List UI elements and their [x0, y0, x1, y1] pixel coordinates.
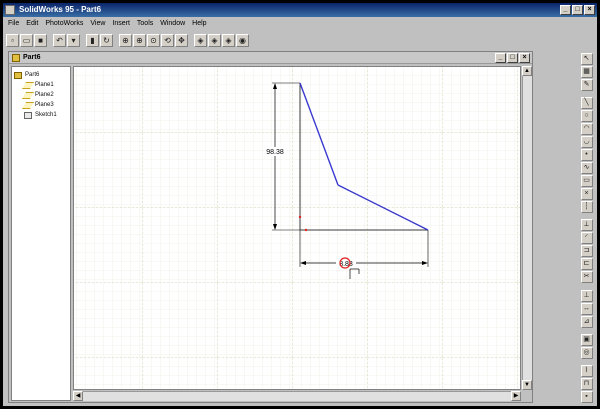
rotate-view-icon[interactable]: ⟲ — [161, 33, 174, 47]
sketch-toolbar: ↖ ▦ ✎ ╲ ○ ◠ ◡ • ∿ ▭ × ┆ ⟂ ◜ ⊐ ⊏ ✂ ⊥ ↔ ⊿ ▣ ◎ ⌇ ⊓ ▪ — [578, 51, 595, 404]
part-icon — [12, 54, 20, 62]
convert-icon[interactable]: ⊏ — [580, 258, 593, 271]
zoom-fit-icon[interactable]: ⊕ — [119, 33, 132, 47]
revolve-icon[interactable]: ◎ — [580, 346, 593, 359]
document-title: Part6 — [23, 54, 41, 61]
minimize-button[interactable]: _ — [560, 5, 571, 15]
scroll-up-icon[interactable]: ▲ — [522, 66, 532, 76]
pan-icon[interactable]: ✥ — [175, 33, 188, 47]
tree-item-sketch1[interactable]: Sketch1 — [14, 110, 68, 120]
mirror-icon[interactable]: ⟂ — [580, 219, 593, 232]
part-icon — [14, 71, 22, 79]
feature-tree: Part6 Plane1 Plane2 Plane3 Sketch1 — [11, 66, 71, 401]
vertical-dimension-value[interactable]: 98.38 — [266, 149, 284, 156]
document-title-bar: Part6 _ □ × — [9, 52, 532, 64]
undo-icon[interactable]: ↶ — [53, 33, 66, 47]
hidden-lines-icon[interactable]: ◈ — [208, 33, 221, 47]
zoom-area-icon[interactable]: ⊙ — [147, 33, 160, 47]
point-icon[interactable]: • — [580, 149, 593, 162]
fillet-icon[interactable]: ◜ — [580, 232, 593, 245]
trim-icon[interactable]: ✂ — [580, 271, 593, 284]
sketch-icon[interactable]: ✎ — [580, 79, 593, 91]
standard-toolbar: ▫ ▭ ■ ↶ ▾ ▮ ↻ ⊕ ⊕ ⊙ ⟲ ✥ ◈ ◈ ◈ ◉ — [3, 31, 597, 49]
rotate-part-icon[interactable]: ↻ — [100, 33, 113, 47]
doc-maximize-button[interactable]: □ — [507, 53, 518, 63]
doc-close-button[interactable]: × — [519, 53, 530, 63]
tree-item-label: Plane2 — [35, 92, 54, 98]
document-window-controls: _ □ × — [495, 53, 530, 63]
spline-icon[interactable]: ∿ — [580, 162, 593, 175]
grid-icon[interactable]: ▦ — [580, 66, 593, 78]
tree-item-part6[interactable]: Part6 — [14, 70, 68, 80]
menu-edit[interactable]: Edit — [26, 18, 38, 30]
tree-item-plane2[interactable]: Plane2 — [14, 90, 68, 100]
menu-help[interactable]: Help — [192, 18, 206, 30]
select-icon[interactable]: ↖ — [580, 53, 593, 65]
line-icon[interactable]: ╲ — [580, 97, 593, 110]
hidden-removed-icon[interactable]: ◈ — [222, 33, 235, 47]
scroll-left-icon[interactable]: ◀ — [73, 391, 83, 401]
rectangle-icon[interactable]: ▭ — [580, 175, 593, 188]
tree-item-label: Plane1 — [35, 82, 54, 88]
point-icon-2[interactable]: × — [580, 188, 593, 201]
loft-icon[interactable]: ⊓ — [580, 378, 593, 391]
origin-point[interactable] — [298, 215, 302, 219]
shaded-icon[interactable]: ◉ — [236, 33, 249, 47]
new-icon[interactable]: ▫ — [6, 33, 19, 47]
doc-minimize-button[interactable]: _ — [495, 53, 506, 63]
extrude-icon[interactable]: ▣ — [580, 333, 593, 346]
tree-item-label: Sketch1 — [35, 112, 57, 118]
plane-icon — [21, 101, 35, 109]
document-window: Part6 _ □ × Part6 Plane1 Plane2 Plane3 Sketc… — [8, 51, 533, 403]
tree-item-plane3[interactable]: Plane3 — [14, 100, 68, 110]
offset-icon[interactable]: ⊐ — [580, 245, 593, 258]
constraint-icon[interactable]: ⊿ — [580, 315, 593, 328]
circle-icon[interactable]: ○ — [580, 110, 593, 123]
horizontal-scrollbar[interactable]: ◀ ▶ — [73, 391, 521, 401]
vertical-scrollbar[interactable]: ▲ ▼ — [522, 66, 532, 390]
origin-point-2[interactable] — [304, 228, 308, 232]
sketch-grid — [74, 67, 520, 389]
title-bar: SolidWorks 95 - Part6 _ □ × — [3, 3, 597, 17]
tree-item-label: Part6 — [25, 72, 40, 78]
open-icon[interactable]: ▭ — [20, 33, 33, 47]
cut-icon[interactable]: ▪ — [580, 391, 593, 404]
relations-icon[interactable]: ⊥ — [580, 289, 593, 302]
scroll-right-icon[interactable]: ▶ — [511, 391, 521, 401]
wireframe-icon[interactable]: ◈ — [194, 33, 207, 47]
plane-icon — [21, 91, 35, 99]
tangent-arc-icon[interactable]: ◡ — [580, 136, 593, 149]
app-icon[interactable] — [5, 5, 15, 15]
rebuild-icon[interactable]: ▮ — [86, 33, 99, 47]
menu-file[interactable]: File — [8, 18, 19, 30]
arc-icon[interactable]: ◠ — [580, 123, 593, 136]
undo-dropdown-icon[interactable]: ▾ — [67, 33, 80, 47]
centerline-icon[interactable]: ┆ — [580, 201, 593, 214]
application-window: SolidWorks 95 - Part6 _ □ × File Edit Ph… — [3, 3, 597, 406]
menu-photoworks[interactable]: PhotoWorks — [45, 18, 83, 30]
dimension-icon[interactable]: ↔ — [580, 302, 593, 315]
sweep-icon[interactable]: ⌇ — [580, 365, 593, 378]
save-icon[interactable]: ■ — [34, 33, 47, 47]
plane-icon — [21, 81, 35, 89]
close-button[interactable]: × — [584, 5, 595, 15]
window-controls: _ □ × — [560, 5, 595, 15]
zoom-in-icon[interactable]: ⊕ — [133, 33, 146, 47]
maximize-button[interactable]: □ — [572, 5, 583, 15]
menu-view[interactable]: View — [90, 18, 105, 30]
tree-item-plane1[interactable]: Plane1 — [14, 80, 68, 90]
sketch-canvas[interactable]: 98.38 8.88 — [74, 67, 521, 390]
tree-item-label: Plane3 — [35, 102, 54, 108]
scroll-down-icon[interactable]: ▼ — [522, 380, 532, 390]
graphics-area[interactable]: 98.38 8.88 — [73, 66, 521, 390]
sketch-icon — [24, 111, 32, 119]
menu-window[interactable]: Window — [160, 18, 185, 30]
menu-tools[interactable]: Tools — [137, 18, 153, 30]
menu-bar: File Edit PhotoWorks View Insert Tools W… — [3, 18, 597, 30]
app-title: SolidWorks 95 - Part6 — [19, 5, 102, 14]
menu-insert[interactable]: Insert — [112, 18, 130, 30]
